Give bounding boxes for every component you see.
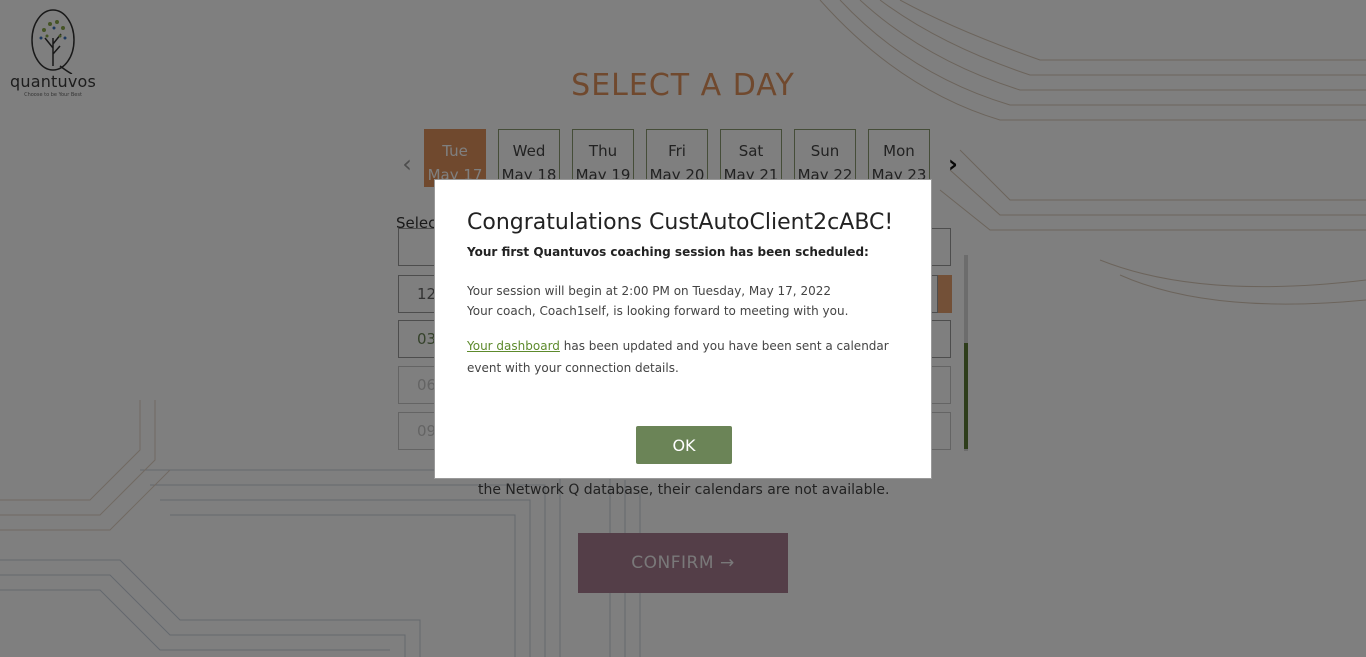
dashboard-notice: Your dashboard has been updated and you … bbox=[467, 335, 899, 379]
coach-text: Your coach, Coach1self, is looking forwa… bbox=[467, 304, 849, 318]
dashboard-link[interactable]: Your dashboard bbox=[467, 339, 560, 353]
session-details: Your session will begin at 2:00 PM on Tu… bbox=[467, 281, 899, 321]
confirmation-modal: Congratulations CustAutoClient2cABC! You… bbox=[434, 179, 932, 479]
modal-subtitle: Your first Quantuvos coaching session ha… bbox=[467, 245, 869, 259]
ok-button[interactable]: OK bbox=[636, 426, 732, 464]
modal-title: Congratulations CustAutoClient2cABC! bbox=[467, 210, 894, 235]
session-time-text: Your session will begin at 2:00 PM on Tu… bbox=[467, 284, 831, 298]
